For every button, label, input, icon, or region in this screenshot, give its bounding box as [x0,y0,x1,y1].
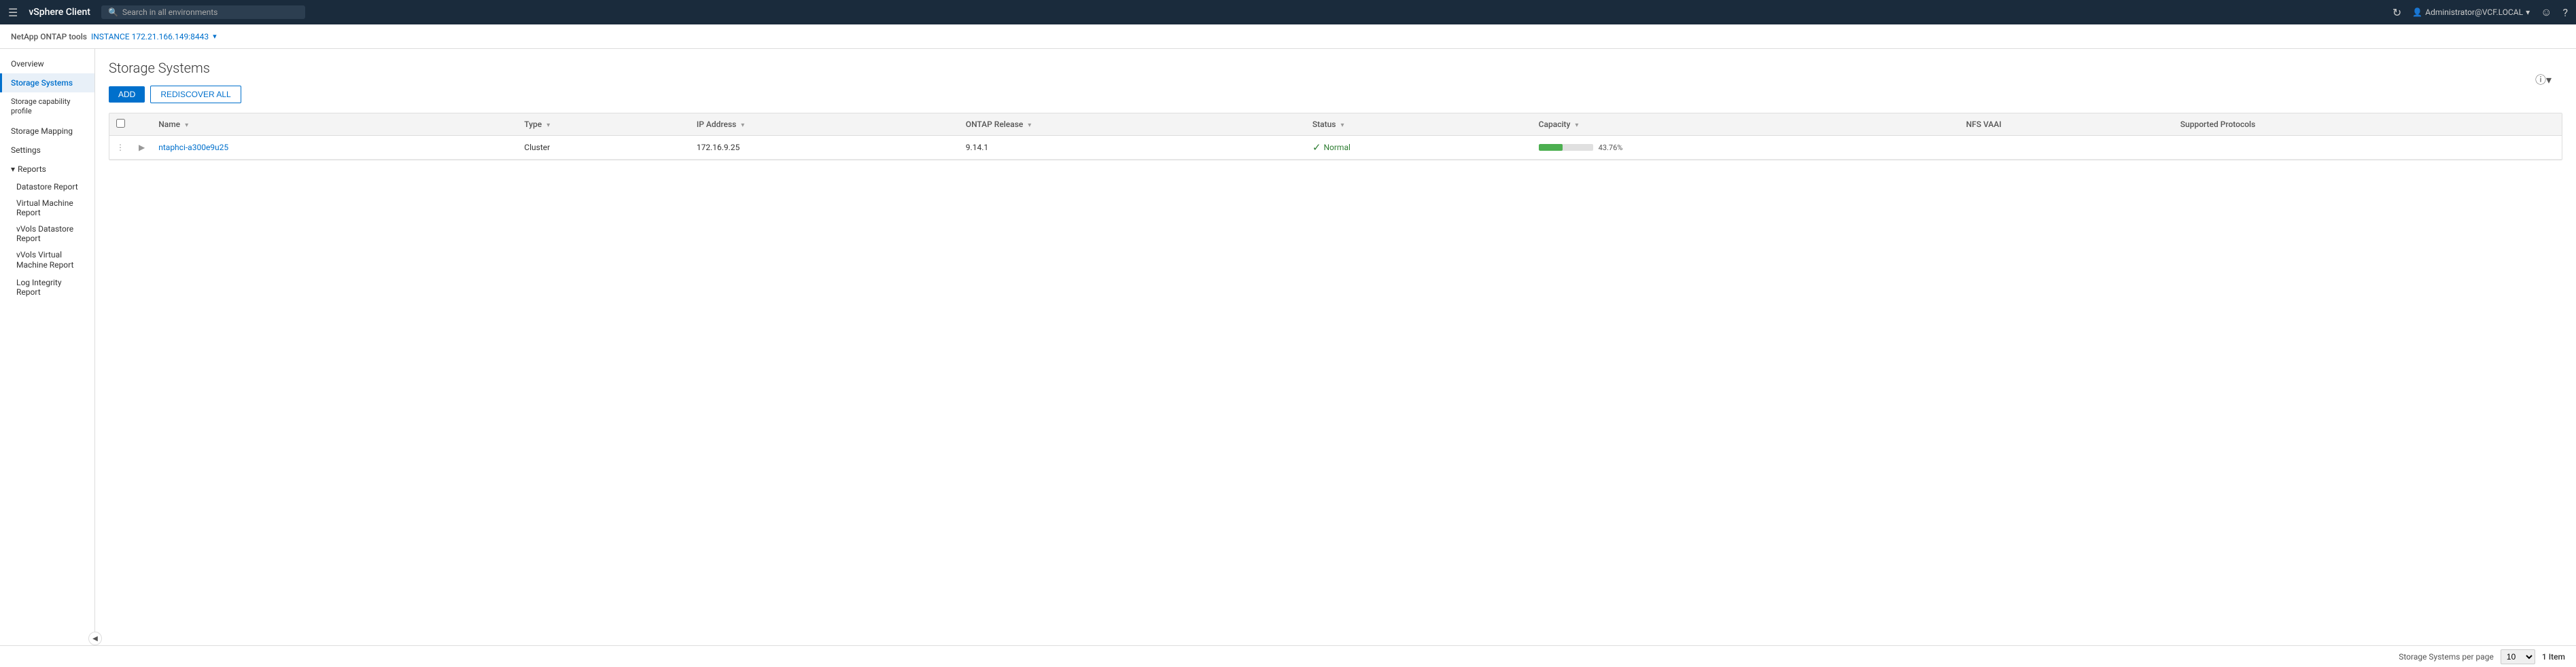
capacity-bar-background [1539,144,1593,151]
collapse-icon: ◀ [92,635,98,643]
page-title: Storage Systems [109,60,2562,76]
sidebar-sub-log-integrity[interactable]: Log Integrity Report [0,274,94,300]
main-content: Storage Systems ⓘ▾ ADD REDISCOVER ALL Na… [95,49,2576,667]
status-normal: ✓ Normal [1312,141,1525,154]
menu-icon[interactable]: ☰ [8,6,18,19]
sub-nav: NetApp ONTAP tools INSTANCE 172.21.166.1… [0,24,2576,49]
sidebar-item-settings[interactable]: Settings [0,141,94,160]
app-title: NetApp ONTAP tools [11,32,87,41]
col-header-ip[interactable]: IP Address ▾ [690,113,959,136]
status-label: Normal [1323,143,1350,152]
sidebar-sub-vvols-datastore[interactable]: vVols Datastore Report [0,221,94,247]
reports-chevron-icon: ▾ [11,164,15,174]
rediscover-button[interactable]: REDISCOVER ALL [150,86,241,103]
sidebar-section-reports[interactable]: ▾ Reports [0,160,94,179]
storage-systems-table: Name ▾ Type ▾ IP Address ▾ ONTAP Relea [109,113,2562,160]
add-button[interactable]: ADD [109,86,145,103]
instance-link[interactable]: INSTANCE 172.21.166.149:8443 [91,32,209,41]
col-header-type[interactable]: Type ▾ [517,113,690,136]
capacity-bar-wrapper: 43.76% [1539,143,1953,152]
sidebar: Overview Storage Systems Storage capabil… [0,49,95,667]
row-expand-icon[interactable]: ▶ [139,143,145,152]
sidebar-item-storage-mapping[interactable]: Storage Mapping [0,122,94,141]
smiley-icon[interactable]: ☺ [2541,5,2552,19]
expand-col-header [132,113,152,136]
sidebar-collapse-button[interactable]: ◀ [88,632,102,645]
checkbox-col-header [109,113,132,136]
username: Administrator@VCF.LOCAL [2425,7,2523,17]
col-header-name[interactable]: Name ▾ [152,113,517,136]
type-filter-icon[interactable]: ▾ [546,122,550,129]
search-bar[interactable]: 🔍 Search in all environments [101,5,305,19]
help-icon[interactable]: ? [2562,6,2568,19]
top-bar-right: ↻ 👤 Administrator@VCF.LOCAL ▾ ☺ ? [2392,5,2568,19]
table-header-row: Name ▾ Type ▾ IP Address ▾ ONTAP Relea [109,113,2562,136]
row-capacity-cell: 43.76% [1532,136,1960,160]
row-ontap-cell: 9.14.1 [959,136,1306,160]
footer-label: Storage Systems per page [2399,652,2494,662]
status-check-icon: ✓ [1312,141,1321,154]
row-more-icon[interactable]: ⋮ [116,143,124,152]
top-bar: ☰ vSphere Client 🔍 Search in all environ… [0,0,2576,24]
user-menu[interactable]: 👤 Administrator@VCF.LOCAL ▾ [2412,7,2530,17]
row-type-cell: Cluster [517,136,690,160]
per-page-select[interactable]: 10 25 50 100 [2501,649,2535,664]
ip-filter-icon[interactable]: ▾ [741,122,744,129]
sidebar-sub-vvols-vm[interactable]: vVols Virtual Machine Report [0,247,94,274]
capacity-bar-fill [1539,144,1563,151]
refresh-icon[interactable]: ↻ [2392,6,2401,19]
table-row: ⋮ ▶ ntaphci-a300e9u25 Cluster 172.16.9.2… [109,136,2562,160]
row-ip-cell: 172.16.9.25 [690,136,959,160]
row-checkbox-cell: ⋮ [109,136,132,160]
row-nfs-vaai-cell [1960,136,2174,160]
user-chevron-icon: ▾ [2526,7,2530,17]
col-header-protocols[interactable]: Supported Protocols [2174,113,2562,136]
ontap-filter-icon[interactable]: ▾ [1028,122,1031,129]
capacity-percentage: 43.76% [1599,143,1623,152]
capacity-filter-icon[interactable]: ▾ [1575,122,1578,129]
layout: Overview Storage Systems Storage capabil… [0,49,2576,667]
row-status-cell: ✓ Normal [1306,136,1532,160]
main-help-icon[interactable]: ⓘ▾ [2535,71,2552,87]
item-count: 1 Item [2542,652,2565,662]
name-filter-icon[interactable]: ▾ [185,122,188,129]
app-name: vSphere Client [29,7,90,18]
sidebar-sub-datastore-report[interactable]: Datastore Report [0,179,94,195]
col-header-status[interactable]: Status ▾ [1306,113,1532,136]
select-all-checkbox[interactable] [116,119,125,128]
row-name-cell[interactable]: ntaphci-a300e9u25 [152,136,517,160]
reports-label: Reports [18,164,46,174]
toolbar: ADD REDISCOVER ALL [109,86,2562,103]
col-header-ontap[interactable]: ONTAP Release ▾ [959,113,1306,136]
footer: Storage Systems per page 10 25 50 100 1 … [0,645,2576,667]
row-protocols-cell [2174,136,2562,160]
sidebar-item-storage-capability[interactable]: Storage capability profile [0,92,94,122]
col-header-capacity[interactable]: Capacity ▾ [1532,113,1960,136]
user-icon: 👤 [2412,7,2422,17]
status-filter-icon[interactable]: ▾ [1340,122,1344,129]
sidebar-sub-vm-report[interactable]: Virtual Machine Report [0,195,94,221]
instance-chevron-icon[interactable]: ▾ [213,32,217,41]
row-expand-cell[interactable]: ▶ [132,136,152,160]
sidebar-item-storage-systems[interactable]: Storage Systems [0,73,94,92]
sidebar-item-overview[interactable]: Overview [0,54,94,73]
search-icon: 🔍 [108,7,118,17]
search-placeholder: Search in all environments [122,7,217,17]
col-header-nfs-vaai[interactable]: NFS VAAI [1960,113,2174,136]
storage-system-name-link[interactable]: ntaphci-a300e9u25 [158,143,228,152]
